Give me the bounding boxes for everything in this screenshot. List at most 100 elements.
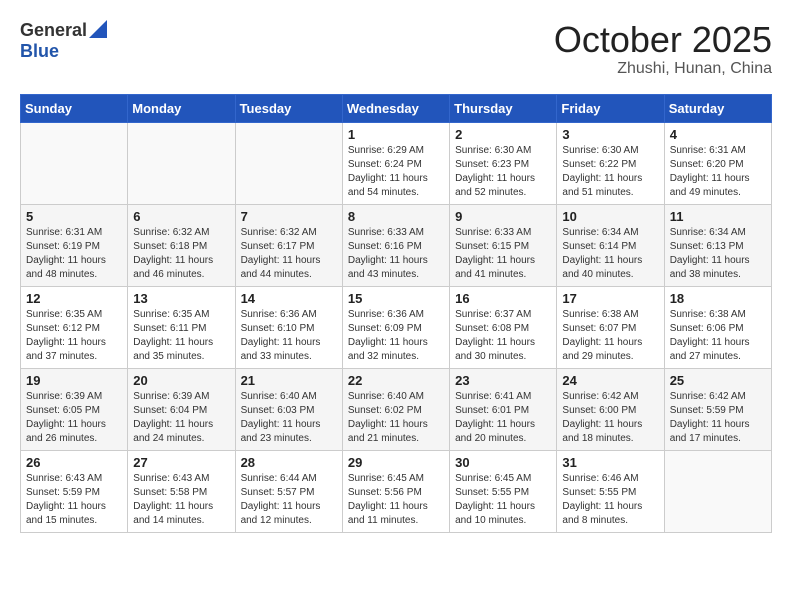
calendar-day-cell: 16 Sunrise: 6:37 AM Sunset: 6:08 PM Dayli… [450, 286, 557, 368]
day-info-text: Sunrise: 6:40 AM Sunset: 6:02 PM Dayligh… [348, 390, 444, 446]
day-info-text: Sunrise: 6:30 AM Sunset: 6:23 PM Dayligh… [455, 144, 551, 200]
calendar-day-cell: 28 Sunrise: 6:44 AM Sunset: 5:57 PM Dayli… [235, 450, 342, 532]
day-number: 9 [455, 209, 551, 224]
calendar-day-cell: 14Sunrise: 6:36 AM Sunset: 6:10 PM Dayli… [235, 286, 342, 368]
day-info-text: Sunrise: 6:40 AM Sunset: 6:03 PM Dayligh… [241, 390, 337, 446]
calendar-day-cell: 23 Sunrise: 6:41 AM Sunset: 6:01 PM Dayli… [450, 368, 557, 450]
calendar-week-row: 1 Sunrise: 6:29 AM Sunset: 6:24 PM Daylig… [21, 122, 772, 204]
calendar-day-cell: 9 Sunrise: 6:33 AM Sunset: 6:15 PM Daylig… [450, 204, 557, 286]
day-number: 25 [670, 373, 766, 388]
calendar-day-cell: 24 Sunrise: 6:42 AM Sunset: 6:00 PM Dayli… [557, 368, 664, 450]
calendar-day-cell: 2 Sunrise: 6:30 AM Sunset: 6:23 PM Daylig… [450, 122, 557, 204]
day-number: 27 [133, 455, 229, 470]
logo-blue-text: Blue [20, 41, 59, 62]
page-header: General Blue October 2025 Zhushi, Hunan,… [20, 20, 772, 78]
day-number: 8 [348, 209, 444, 224]
day-info-text: Sunrise: 6:34 AM Sunset: 6:14 PM Dayligh… [562, 226, 658, 282]
weekday-header-friday: Friday [557, 94, 664, 122]
weekday-header-tuesday: Tuesday [235, 94, 342, 122]
day-info-text: Sunrise: 6:33 AM Sunset: 6:16 PM Dayligh… [348, 226, 444, 282]
day-number: 22 [348, 373, 444, 388]
day-info-text: Sunrise: 6:42 AM Sunset: 6:00 PM Dayligh… [562, 390, 658, 446]
day-info-text: Sunrise: 6:45 AM Sunset: 5:55 PM Dayligh… [455, 472, 551, 528]
calendar-week-row: 12 Sunrise: 6:35 AM Sunset: 6:12 PM Dayli… [21, 286, 772, 368]
day-info-text: Sunrise: 6:43 AM Sunset: 5:58 PM Dayligh… [133, 472, 229, 528]
day-info-text: Sunrise: 6:35 AM Sunset: 6:12 PM Dayligh… [26, 308, 122, 364]
calendar-day-cell: 21 Sunrise: 6:40 AM Sunset: 6:03 PM Dayli… [235, 368, 342, 450]
calendar-day-cell: 12 Sunrise: 6:35 AM Sunset: 6:12 PM Dayli… [21, 286, 128, 368]
day-number: 23 [455, 373, 551, 388]
month-title: October 2025 [554, 20, 772, 60]
calendar-day-cell: 5 Sunrise: 6:31 AM Sunset: 6:19 PM Daylig… [21, 204, 128, 286]
day-number: 19 [26, 373, 122, 388]
day-number: 26 [26, 455, 122, 470]
weekday-header-wednesday: Wednesday [342, 94, 449, 122]
day-number: 29 [348, 455, 444, 470]
weekday-header-thursday: Thursday [450, 94, 557, 122]
day-info-text: Sunrise: 6:32 AM Sunset: 6:18 PM Dayligh… [133, 226, 229, 282]
calendar-day-cell: 3Sunrise: 6:30 AM Sunset: 6:22 PM Daylig… [557, 122, 664, 204]
calendar-day-cell: 17 Sunrise: 6:38 AM Sunset: 6:07 PM Dayli… [557, 286, 664, 368]
day-number: 13 [133, 291, 229, 306]
logo: General Blue [20, 20, 107, 62]
weekday-header-monday: Monday [128, 94, 235, 122]
day-info-text: Sunrise: 6:33 AM Sunset: 6:15 PM Dayligh… [455, 226, 551, 282]
day-number: 11 [670, 209, 766, 224]
calendar-day-cell: 31 Sunrise: 6:46 AM Sunset: 5:55 PM Dayli… [557, 450, 664, 532]
logo-general-text: General [20, 20, 87, 41]
day-info-text: Sunrise: 6:39 AM Sunset: 6:04 PM Dayligh… [133, 390, 229, 446]
calendar-day-cell: 15Sunrise: 6:36 AM Sunset: 6:09 PM Dayli… [342, 286, 449, 368]
calendar-day-cell: 18Sunrise: 6:38 AM Sunset: 6:06 PM Dayli… [664, 286, 771, 368]
day-number: 31 [562, 455, 658, 470]
day-info-text: Sunrise: 6:31 AM Sunset: 6:19 PM Dayligh… [26, 226, 122, 282]
calendar-day-cell: 29Sunrise: 6:45 AM Sunset: 5:56 PM Dayli… [342, 450, 449, 532]
calendar-day-cell: 13Sunrise: 6:35 AM Sunset: 6:11 PM Dayli… [128, 286, 235, 368]
day-number: 12 [26, 291, 122, 306]
day-info-text: Sunrise: 6:29 AM Sunset: 6:24 PM Dayligh… [348, 144, 444, 200]
day-info-text: Sunrise: 6:44 AM Sunset: 5:57 PM Dayligh… [241, 472, 337, 528]
calendar-day-cell [664, 450, 771, 532]
calendar-day-cell: 6 Sunrise: 6:32 AM Sunset: 6:18 PM Daylig… [128, 204, 235, 286]
day-number: 1 [348, 127, 444, 142]
day-number: 2 [455, 127, 551, 142]
day-info-text: Sunrise: 6:37 AM Sunset: 6:08 PM Dayligh… [455, 308, 551, 364]
calendar-day-cell: 20 Sunrise: 6:39 AM Sunset: 6:04 PM Dayli… [128, 368, 235, 450]
calendar-day-cell [21, 122, 128, 204]
day-info-text: Sunrise: 6:42 AM Sunset: 5:59 PM Dayligh… [670, 390, 766, 446]
day-number: 16 [455, 291, 551, 306]
calendar-week-row: 5 Sunrise: 6:31 AM Sunset: 6:19 PM Daylig… [21, 204, 772, 286]
day-info-text: Sunrise: 6:46 AM Sunset: 5:55 PM Dayligh… [562, 472, 658, 528]
day-info-text: Sunrise: 6:38 AM Sunset: 6:06 PM Dayligh… [670, 308, 766, 364]
weekday-header-saturday: Saturday [664, 94, 771, 122]
day-info-text: Sunrise: 6:39 AM Sunset: 6:05 PM Dayligh… [26, 390, 122, 446]
day-info-text: Sunrise: 6:41 AM Sunset: 6:01 PM Dayligh… [455, 390, 551, 446]
calendar-day-cell [235, 122, 342, 204]
day-info-text: Sunrise: 6:38 AM Sunset: 6:07 PM Dayligh… [562, 308, 658, 364]
calendar-week-row: 19 Sunrise: 6:39 AM Sunset: 6:05 PM Dayli… [21, 368, 772, 450]
day-number: 6 [133, 209, 229, 224]
calendar-day-cell: 7Sunrise: 6:32 AM Sunset: 6:17 PM Daylig… [235, 204, 342, 286]
day-number: 28 [241, 455, 337, 470]
logo-icon [89, 20, 107, 38]
calendar-day-cell: 10 Sunrise: 6:34 AM Sunset: 6:14 PM Dayli… [557, 204, 664, 286]
calendar-day-cell: 1 Sunrise: 6:29 AM Sunset: 6:24 PM Daylig… [342, 122, 449, 204]
day-info-text: Sunrise: 6:43 AM Sunset: 5:59 PM Dayligh… [26, 472, 122, 528]
day-number: 24 [562, 373, 658, 388]
day-number: 21 [241, 373, 337, 388]
day-number: 3 [562, 127, 658, 142]
calendar-day-cell: 4Sunrise: 6:31 AM Sunset: 6:20 PM Daylig… [664, 122, 771, 204]
day-number: 17 [562, 291, 658, 306]
weekday-header-sunday: Sunday [21, 94, 128, 122]
day-number: 10 [562, 209, 658, 224]
weekday-header-row: SundayMondayTuesdayWednesdayThursdayFrid… [21, 94, 772, 122]
day-number: 5 [26, 209, 122, 224]
day-number: 4 [670, 127, 766, 142]
day-info-text: Sunrise: 6:34 AM Sunset: 6:13 PM Dayligh… [670, 226, 766, 282]
calendar-week-row: 26 Sunrise: 6:43 AM Sunset: 5:59 PM Dayli… [21, 450, 772, 532]
day-number: 30 [455, 455, 551, 470]
location-text: Zhushi, Hunan, China [554, 60, 772, 78]
day-number: 15 [348, 291, 444, 306]
day-number: 20 [133, 373, 229, 388]
calendar-table: SundayMondayTuesdayWednesdayThursdayFrid… [20, 94, 772, 533]
calendar-day-cell: 19 Sunrise: 6:39 AM Sunset: 6:05 PM Dayli… [21, 368, 128, 450]
